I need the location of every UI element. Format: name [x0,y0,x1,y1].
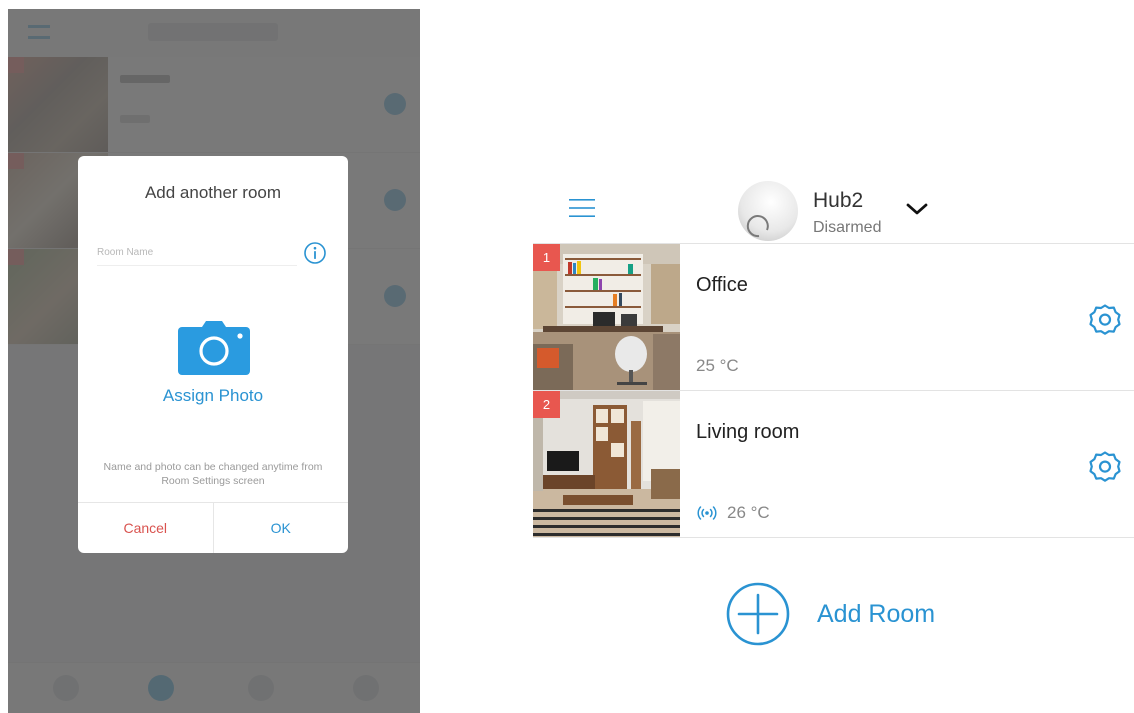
rooms-screen: Hub2 Disarmed 1 Office 25 °C 2 Living ro… [533,172,1134,662]
signal-icon [697,506,717,520]
room-name: Living room [696,421,800,443]
menu-icon[interactable] [569,198,595,218]
room-name: Office [696,274,748,296]
assign-photo-button[interactable]: Assign Photo [78,386,348,406]
room-temperature: 26 °C [727,503,770,522]
room-row-office[interactable]: 1 Office 25 °C [533,243,1134,390]
dialog-title: Add another room [144,183,282,202]
add-room-dialog: Add another room Assign Photo Name and p… [78,156,348,553]
hub-device-avatar[interactable] [737,180,799,242]
hub-status: Disarmed [813,219,882,236]
plus-circle-icon [726,582,790,646]
add-room-button[interactable]: Add Room [726,582,936,646]
chevron-down-icon[interactable] [905,199,929,219]
room-row-living-room[interactable]: 2 Living room 26 °C [533,390,1134,538]
gear-icon[interactable] [1088,303,1122,337]
add-room-label: Add Room [817,599,936,628]
gear-icon[interactable] [1088,450,1122,484]
ok-button[interactable]: OK [214,503,349,553]
room-index-badge: 2 [533,391,560,418]
cancel-button[interactable]: Cancel [78,503,214,553]
info-icon[interactable] [303,241,327,265]
room-temperature: 25 °C [696,356,739,375]
add-room-screen: Add another room Assign Photo Name and p… [8,9,420,713]
dialog-hint-text: Name and photo can be changed anytime fr… [103,461,323,487]
dialog-actions: Cancel OK [78,502,348,553]
room-index-badge: 1 [533,244,560,271]
hub-name: Hub2 [813,189,864,212]
camera-icon[interactable] [178,321,250,375]
room-name-input[interactable] [97,239,297,266]
room-list: 1 Office 25 °C 2 Living room 26 °C [533,243,1134,538]
